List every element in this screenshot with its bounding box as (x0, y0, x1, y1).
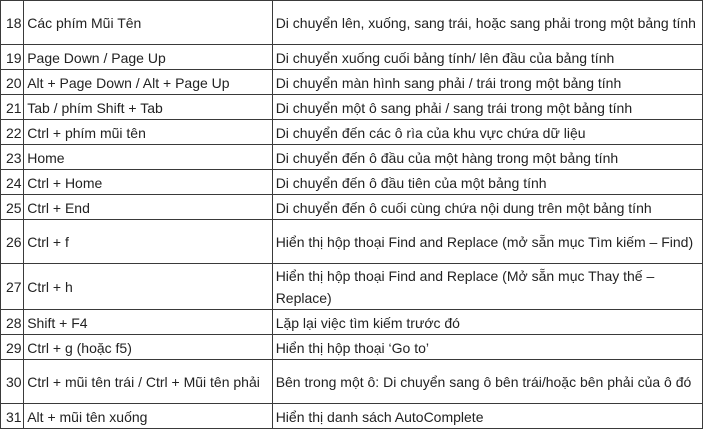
table-row: 31 Alt + mũi tên xuống Hiển thị danh sác… (0, 403, 704, 429)
shortcut-keys: Home (23, 144, 273, 170)
table-row: 23 Home Di chuyển đến ô đầu của một hàng… (0, 144, 704, 170)
shortcut-keys: Ctrl + h (23, 263, 273, 310)
table-row: 29 Ctrl + g (hoặc f5) Hiển thị hộp thoại… (0, 334, 704, 360)
shortcut-keys: Ctrl + g (hoặc f5) (23, 334, 273, 360)
row-number: 23 (0, 144, 25, 170)
shortcut-keys: Alt + Page Down / Alt + Page Up (23, 69, 273, 95)
shortcut-table: 18 Các phím Mũi Tên Di chuyển lên, xuống… (0, 0, 704, 429)
row-number: 29 (0, 334, 25, 360)
row-number: 26 (0, 219, 25, 264)
table-row: 22 Ctrl + phím mũi tên Di chuyển đến các… (0, 119, 704, 145)
shortcut-description: Hiển thị hộp thoại ‘Go to’ (271, 334, 704, 360)
shortcut-keys: Ctrl + mũi tên trái / Ctrl + Mũi tên phả… (23, 359, 273, 404)
shortcut-keys: Các phím Mũi Tên (23, 0, 273, 45)
table-row: 26 Ctrl + f Hiển thị hộp thoại Find and … (0, 219, 704, 264)
table-row: 24 Ctrl + Home Di chuyển đến ô đầu tiên … (0, 169, 704, 195)
table-row: 30 Ctrl + mũi tên trái / Ctrl + Mũi tên … (0, 359, 704, 404)
shortcut-keys: Shift + F4 (23, 309, 273, 335)
shortcut-description: Di chuyển một ô sang phải / sang trái tr… (271, 94, 704, 120)
shortcut-keys: Ctrl + End (23, 194, 273, 220)
table-row: 18 Các phím Mũi Tên Di chuyển lên, xuống… (0, 0, 704, 45)
shortcut-table-body: 18 Các phím Mũi Tên Di chuyển lên, xuống… (0, 0, 704, 429)
row-number: 20 (0, 69, 25, 95)
shortcut-description: Di chuyển đến các ô rìa của khu vực chứa… (271, 119, 704, 145)
shortcut-keys: Ctrl + phím mũi tên (23, 119, 273, 145)
row-number: 21 (0, 94, 25, 120)
shortcut-description: Hiển thị hộp thoại Find and Replace (mở … (271, 219, 704, 264)
shortcut-description: Di chuyển đến ô đầu của một hàng trong m… (271, 144, 704, 170)
row-number: 28 (0, 309, 25, 335)
row-number: 24 (0, 169, 25, 195)
shortcut-keys: Ctrl + f (23, 219, 273, 264)
shortcut-description: Di chuyển đến ô đầu tiên của một bảng tí… (271, 169, 704, 195)
shortcut-keys: Tab / phím Shift + Tab (23, 94, 273, 120)
row-number: 19 (0, 44, 25, 70)
row-number: 30 (0, 359, 25, 404)
shortcut-keys: Page Down / Page Up (23, 44, 273, 70)
table-row: 20 Alt + Page Down / Alt + Page Up Di ch… (0, 69, 704, 95)
table-row: 27 Ctrl + h Hiển thị hộp thoại Find and … (0, 263, 704, 310)
table-row: 25 Ctrl + End Di chuyển đến ô cuối cùng … (0, 194, 704, 220)
shortcut-description: Lặp lại việc tìm kiếm trước đó (271, 309, 704, 335)
row-number: 18 (0, 0, 25, 45)
shortcut-description: Di chuyển lên, xuống, sang trái, hoặc sa… (271, 0, 704, 45)
shortcut-keys: Alt + mũi tên xuống (23, 403, 273, 429)
table-row: 21 Tab / phím Shift + Tab Di chuyển một … (0, 94, 704, 120)
row-number: 31 (0, 403, 25, 429)
row-number: 25 (0, 194, 25, 220)
shortcut-description: Di chuyển đến ô cuối cùng chứa nội dung … (271, 194, 704, 220)
table-row: 19 Page Down / Page Up Di chuyển xuống c… (0, 44, 704, 70)
shortcut-description: Di chuyển xuống cuối bảng tính/ lên đầu … (271, 44, 704, 70)
table-row: 28 Shift + F4 Lặp lại việc tìm kiếm trướ… (0, 309, 704, 335)
shortcut-description: Hiển thị danh sách AutoComplete (271, 403, 704, 429)
row-number: 27 (0, 263, 25, 310)
shortcut-keys: Ctrl + Home (23, 169, 273, 195)
shortcut-description: Di chuyển màn hình sang phải / trái tron… (271, 69, 704, 95)
shortcut-description: Hiển thị hộp thoại Find and Replace (Mở … (271, 263, 704, 310)
row-number: 22 (0, 119, 25, 145)
shortcut-description: Bên trong một ô: Di chuyển sang ô bên tr… (271, 359, 704, 404)
